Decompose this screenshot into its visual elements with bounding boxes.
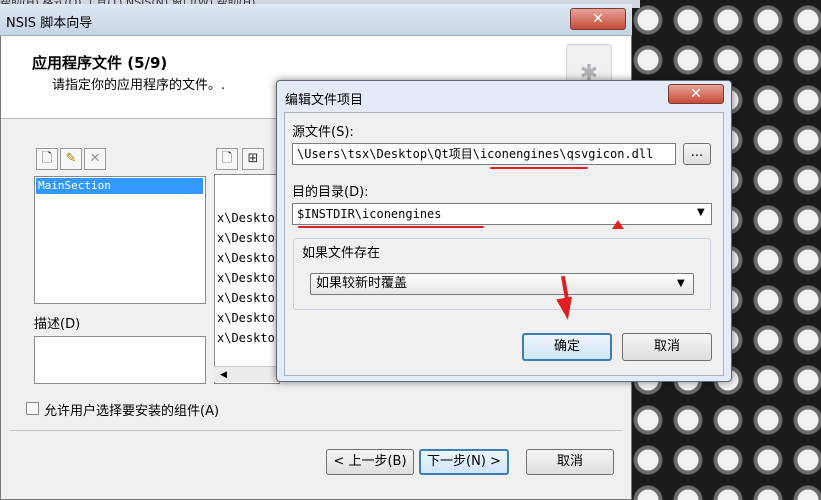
- allow-choose-checkbox[interactable]: [26, 402, 39, 415]
- file-exists-value: 如果较新时覆盖: [316, 276, 408, 291]
- back-button[interactable]: < 上一步(B): [326, 449, 414, 475]
- dialog-close-button[interactable]: ✕: [668, 84, 724, 104]
- file-exists-label: 如果文件存在: [302, 246, 381, 261]
- dialog-title: 编辑文件项目: [285, 93, 364, 108]
- browse-button[interactable]: ...: [683, 143, 711, 165]
- file-item[interactable]: x\Deskto: [217, 291, 275, 305]
- chevron-down-icon[interactable]: ▼: [677, 278, 685, 289]
- page-subtitle: 请指定你的应用程序的文件。.: [52, 78, 226, 93]
- sections-listbox[interactable]: [34, 176, 206, 304]
- ok-button[interactable]: 确定: [522, 333, 612, 361]
- file-item[interactable]: x\Deskto: [217, 331, 275, 345]
- wizard-cancel-button[interactable]: 取消: [526, 449, 614, 475]
- file-item[interactable]: x\Deskto: [217, 251, 275, 265]
- next-button[interactable]: 下一步(N) >: [419, 449, 509, 475]
- wizard-close-button[interactable]: ✕: [570, 8, 626, 30]
- source-file-label: 源文件(S):: [292, 125, 354, 140]
- file-item[interactable]: x\Deskto: [217, 311, 275, 325]
- annotation-triangle: [612, 220, 624, 229]
- delete-section-icon[interactable]: ✕: [84, 148, 106, 170]
- new-file-icon[interactable]: 🗋: [216, 148, 238, 170]
- annotation-underline: [298, 226, 484, 228]
- file-item[interactable]: x\Deskto: [217, 271, 275, 285]
- wizard-title: NSIS 脚本向导: [6, 16, 93, 31]
- edit-section-icon[interactable]: ✎: [60, 148, 82, 170]
- source-file-input[interactable]: \Users\tsx\Desktop\Qt项目\iconengines\qsvg…: [292, 143, 676, 165]
- file-item[interactable]: x\Deskto: [217, 231, 275, 245]
- allow-choose-label: 允许用户选择要安装的组件(A): [44, 404, 220, 419]
- new-section-icon[interactable]: 🗋: [36, 148, 58, 170]
- dialog-cancel-button[interactable]: 取消: [622, 333, 712, 361]
- description-label: 描述(D): [34, 317, 81, 332]
- divider: [10, 430, 622, 431]
- add-folder-icon[interactable]: ⊞: [242, 148, 264, 170]
- annotation-underline: [490, 167, 588, 169]
- file-item[interactable]: x\Deskto: [217, 211, 275, 225]
- section-item-mainsection[interactable]: MainSection: [36, 178, 203, 194]
- file-exists-select[interactable]: 如果较新时覆盖: [310, 273, 694, 295]
- dest-dir-combo[interactable]: $INSTDIR\iconengines: [292, 203, 712, 225]
- files-horizontal-scrollbar[interactable]: ◀: [214, 366, 280, 382]
- page-title: 应用程序文件 (5/9): [32, 54, 168, 72]
- dest-dir-label: 目的目录(D):: [292, 185, 369, 200]
- wizard-titlebar: [0, 4, 632, 36]
- chevron-down-icon[interactable]: ▼: [697, 207, 705, 218]
- description-box: [34, 336, 206, 384]
